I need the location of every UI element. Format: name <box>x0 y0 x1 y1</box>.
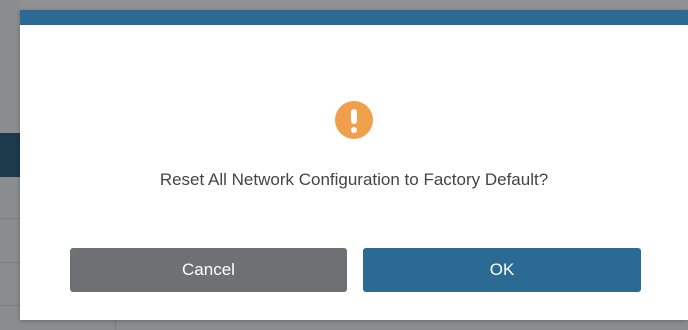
background-divider <box>0 262 20 263</box>
background-divider <box>0 305 20 306</box>
cancel-button[interactable]: Cancel <box>70 248 347 292</box>
warning-icon-bar <box>351 109 357 124</box>
warning-icon <box>335 101 373 139</box>
background-divider <box>0 218 20 219</box>
background-active-tab <box>0 133 20 177</box>
warning-icon-dot <box>351 127 357 133</box>
dialog-header-bar <box>20 10 688 25</box>
background-divider <box>115 320 116 330</box>
confirm-dialog: Reset All Network Configuration to Facto… <box>20 10 688 320</box>
dialog-message: Reset All Network Configuration to Facto… <box>159 170 549 189</box>
ok-button[interactable]: OK <box>363 248 641 292</box>
background-bottom-strip <box>20 320 688 330</box>
